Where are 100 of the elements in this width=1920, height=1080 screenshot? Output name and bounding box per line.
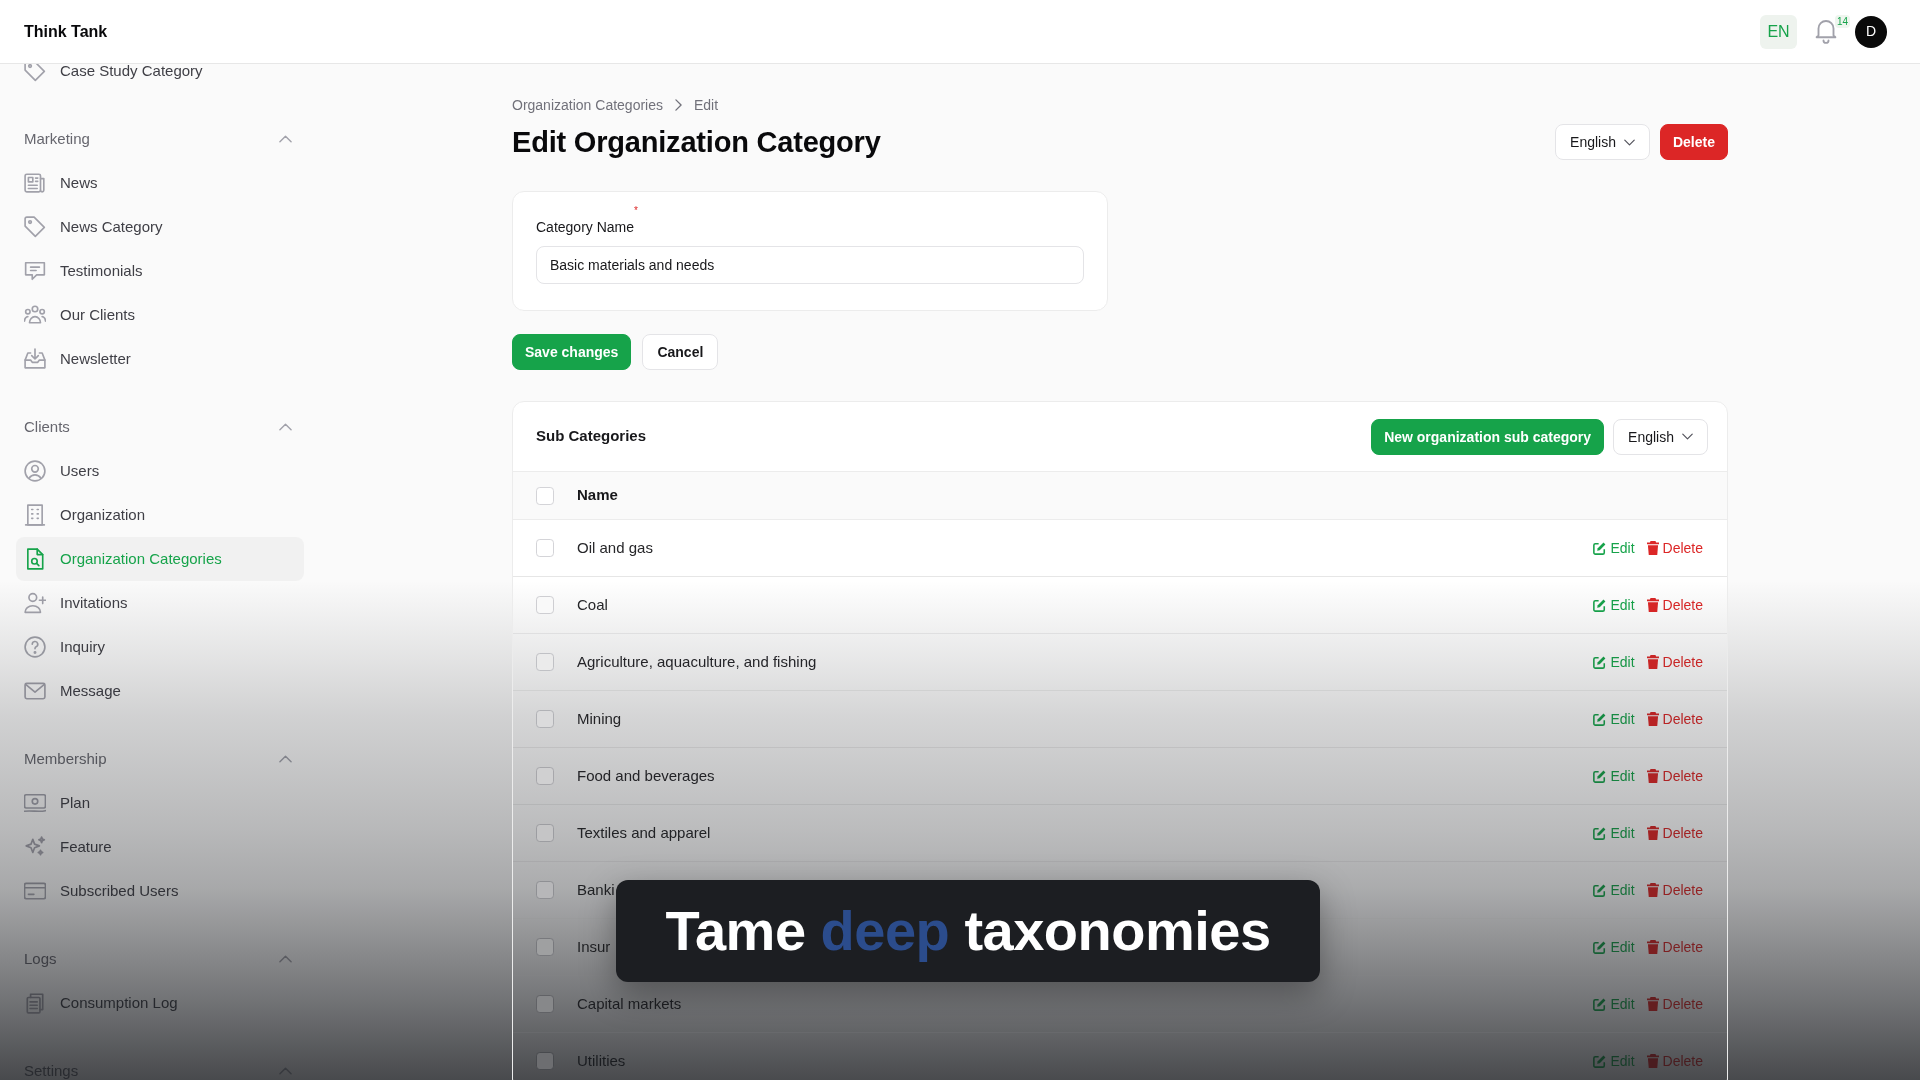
edit-link[interactable]: Edit	[1593, 594, 1635, 616]
sidebar-item[interactable]: News Category	[16, 205, 304, 249]
edit-link[interactable]: Edit	[1593, 936, 1635, 958]
pencil-square-icon	[1593, 883, 1607, 897]
table-cell-text: Mining	[577, 708, 622, 729]
edit-link[interactable]: Edit	[1593, 879, 1635, 901]
sidebar-item[interactable]: Organization Categories	[16, 537, 304, 581]
sidebar-item[interactable]: Our Clients	[16, 293, 304, 337]
sidebar-item[interactable]: Consumption Log	[16, 981, 304, 1025]
table-cell-text: Capital markets	[577, 993, 682, 1014]
text-input[interactable]: Basic materials and needs	[536, 246, 1084, 284]
delete-link[interactable]: Delete	[1646, 537, 1703, 559]
sidebar-item[interactable]: Case Study Category	[16, 64, 304, 93]
pencil-square-icon	[1593, 826, 1607, 840]
delete-link[interactable]: Delete	[1646, 765, 1703, 787]
new-item-button[interactable]: New organization sub category	[1371, 418, 1605, 455]
trash-icon	[1646, 655, 1659, 669]
edit-link[interactable]: Edit	[1593, 822, 1635, 844]
delete-link[interactable]: Delete	[1646, 594, 1703, 616]
language-button[interactable]: EN	[1760, 14, 1797, 49]
edit-link[interactable]: Edit	[1593, 765, 1635, 787]
chevron-right-icon	[675, 99, 682, 111]
save-button[interactable]: Save changes	[512, 334, 632, 370]
sidebar-item[interactable]: Invitations	[16, 581, 304, 625]
row-checkbox[interactable]	[536, 767, 554, 785]
row-checkbox[interactable]	[536, 710, 554, 728]
document-search-icon	[24, 548, 46, 570]
people-icon	[24, 304, 46, 326]
edit-link[interactable]: Edit	[1593, 708, 1635, 730]
pencil-square-icon	[1593, 598, 1607, 612]
trash-icon	[1646, 541, 1659, 555]
table-cell-text: Insur	[577, 936, 611, 957]
table-cell-text: Agriculture, aquaculture, and fishing	[577, 651, 817, 672]
row-checkbox[interactable]	[536, 995, 554, 1013]
field-label: Category Name	[536, 218, 635, 237]
pencil-square-icon	[1593, 997, 1607, 1011]
delete-link[interactable]: Delete	[1646, 879, 1703, 901]
pencil-square-icon	[1593, 712, 1607, 726]
sparkles-icon	[24, 836, 46, 858]
sidebar-item[interactable]: Newsletter	[16, 337, 304, 381]
page-title: Edit Organization Category	[512, 125, 881, 160]
section-header[interactable]: Logs	[0, 937, 320, 981]
chevron-down-icon	[1623, 138, 1635, 146]
notification-count: 14	[1835, 14, 1851, 28]
sidebar-item[interactable]: Organization	[16, 493, 304, 537]
chat-bubble-icon	[24, 260, 46, 282]
delete-link[interactable]: Delete	[1646, 993, 1703, 1015]
table-cell-text: Oil and gas	[577, 537, 653, 558]
sidebar-item[interactable]: Feature	[16, 825, 304, 869]
delete-button[interactable]: Delete	[1659, 124, 1728, 160]
cancel-button[interactable]: Cancel	[642, 334, 719, 370]
tag-icon	[24, 64, 46, 82]
envelope-icon	[24, 680, 46, 702]
select-all-checkbox[interactable]	[536, 486, 554, 505]
pencil-square-icon	[1593, 541, 1607, 555]
sidebar-item[interactable]: Users	[16, 449, 304, 493]
breadcrumb-link[interactable]: Organization Categories	[512, 95, 663, 115]
app-title: Think Tank	[24, 21, 108, 42]
sidebar-item[interactable]: Inquiry	[16, 625, 304, 669]
delete-link[interactable]: Delete	[1646, 708, 1703, 730]
pencil-square-icon	[1593, 655, 1607, 669]
delete-link[interactable]: Delete	[1646, 936, 1703, 958]
edit-link[interactable]: Edit	[1593, 537, 1635, 559]
row-checkbox[interactable]	[536, 881, 554, 899]
clipboard-icon	[24, 992, 46, 1014]
sidebar-item[interactable]: Subscribed Users	[16, 869, 304, 913]
language-dropdown[interactable]: English	[1613, 418, 1708, 455]
sidebar-item[interactable]: Message	[16, 669, 304, 713]
user-circle-icon	[24, 460, 46, 482]
edit-link[interactable]: Edit	[1593, 651, 1635, 673]
question-icon	[24, 636, 46, 658]
row-checkbox[interactable]	[536, 938, 554, 956]
trash-icon	[1646, 769, 1659, 783]
row-checkbox[interactable]	[536, 653, 554, 671]
section-header[interactable]: Clients	[0, 405, 320, 449]
breadcrumb-current: Edit	[694, 96, 719, 115]
section-title: Sub Categories	[536, 426, 647, 447]
language-dropdown[interactable]: English	[1555, 124, 1650, 160]
section-header[interactable]: Membership	[0, 737, 320, 781]
user-plus-icon	[24, 592, 46, 614]
credit-card-icon	[24, 880, 46, 902]
table-cell-text: Coal	[577, 594, 608, 615]
delete-link[interactable]: Delete	[1646, 651, 1703, 673]
building-icon	[24, 504, 46, 526]
row-checkbox[interactable]	[536, 824, 554, 842]
sidebar-item[interactable]: Plan	[16, 781, 304, 825]
table-cell-text: Food and beverages	[577, 765, 715, 786]
trash-icon	[1646, 997, 1659, 1011]
sidebar-item[interactable]: News	[16, 161, 304, 205]
delete-link[interactable]: Delete	[1646, 822, 1703, 844]
trash-icon	[1646, 883, 1659, 897]
table-cell-text: Utilities	[577, 1050, 626, 1071]
trash-icon	[1646, 826, 1659, 840]
sidebar-item[interactable]: Testimonials	[16, 249, 304, 293]
avatar[interactable]: D	[1855, 15, 1887, 48]
section-header[interactable]: Marketing	[0, 117, 320, 161]
row-checkbox[interactable]	[536, 1052, 554, 1070]
table-cell-text: Banki	[577, 879, 615, 900]
tag-icon	[24, 216, 46, 238]
pencil-square-icon	[1593, 940, 1607, 954]
